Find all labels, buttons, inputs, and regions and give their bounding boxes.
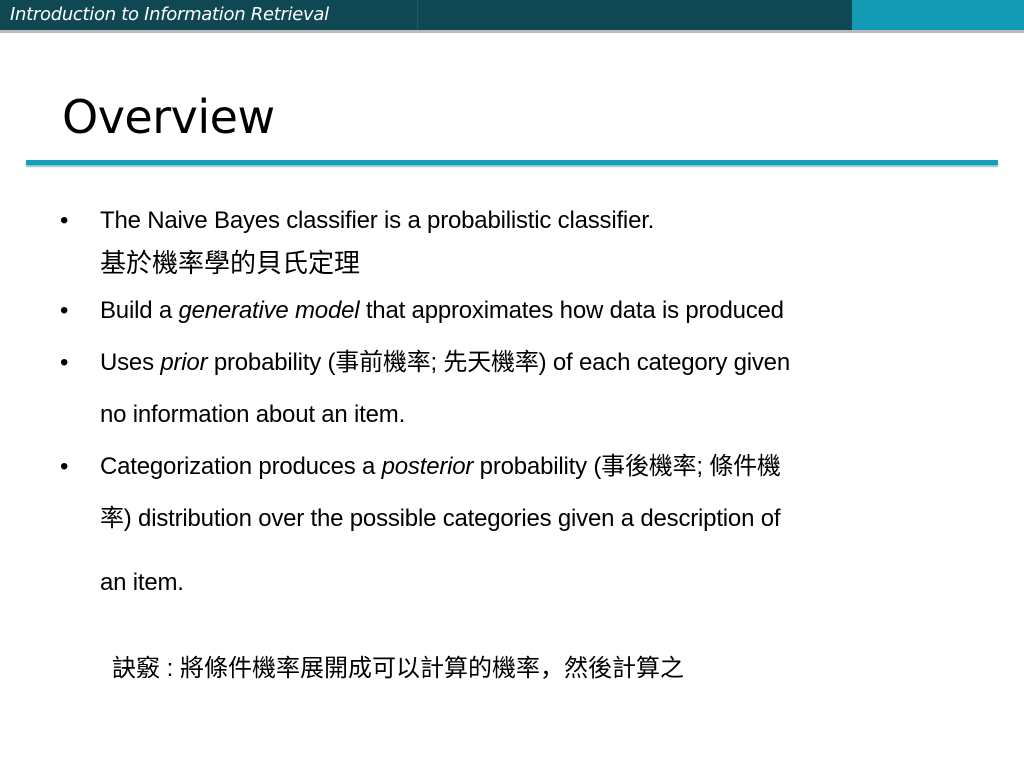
bullet-list: • The Naive Bayes classifier is a probab… <box>60 195 980 609</box>
header-bar: Introduction to Information Retrieval <box>0 0 1024 33</box>
bullet-text: The Naive Bayes classifier is a probabil… <box>100 207 655 234</box>
bullet-emphasis: generative model <box>178 297 360 324</box>
header-accent-band <box>852 0 1024 30</box>
header-shadow <box>0 30 1024 33</box>
bullet-text-pre: Categorization produces a <box>100 453 382 480</box>
bullet-text-post: that approximates how data is produced <box>359 297 784 324</box>
bullet-item: • Uses prior probability (事前機率; 先天機率) of… <box>60 337 980 441</box>
bullet-icon: • <box>60 349 69 376</box>
bullet-item: • Categorization produces a posterior pr… <box>60 441 980 609</box>
bullet-text-line2: 率) distribution over the possible catego… <box>100 505 781 532</box>
bullet-emphasis: posterior <box>381 453 474 480</box>
bullet-icon: • <box>60 297 69 324</box>
bullet-text-post: probability (事前機率; 先天機率) of each categor… <box>207 349 790 376</box>
bullet-text-pre: Build a <box>100 297 179 324</box>
bullet-text: Categorization produces a posterior prob… <box>100 453 980 609</box>
bullet-text: Build a generative model that approximat… <box>100 297 784 324</box>
title-rule <box>26 160 998 165</box>
bullet-subtext: 基於機率學的貝氏定理 <box>100 248 361 278</box>
bullet-text-line3: an item. <box>100 569 184 596</box>
slide-title: Overview <box>62 90 275 144</box>
bullet-item: • Build a generative model that approxim… <box>60 285 980 337</box>
tip-note: 訣竅 : 將條件機率展開成可以計算的機率，然後計算之 <box>112 655 685 682</box>
bullet-emphasis: prior <box>160 349 208 376</box>
bullet-text-pre: Uses <box>100 349 161 376</box>
bullet-text-post: probability (事後機率; 條件機 <box>473 453 781 480</box>
bullet-icon: • <box>60 207 69 234</box>
bullet-text-line2: no information about an item. <box>100 401 406 428</box>
bullet-icon: • <box>60 453 69 480</box>
bullet-text: Uses prior probability (事前機率; 先天機率) of e… <box>100 349 790 428</box>
bullet-item: • The Naive Bayes classifier is a probab… <box>60 195 980 247</box>
course-title: Introduction to Information Retrieval <box>10 4 329 25</box>
header-divider <box>417 0 418 32</box>
